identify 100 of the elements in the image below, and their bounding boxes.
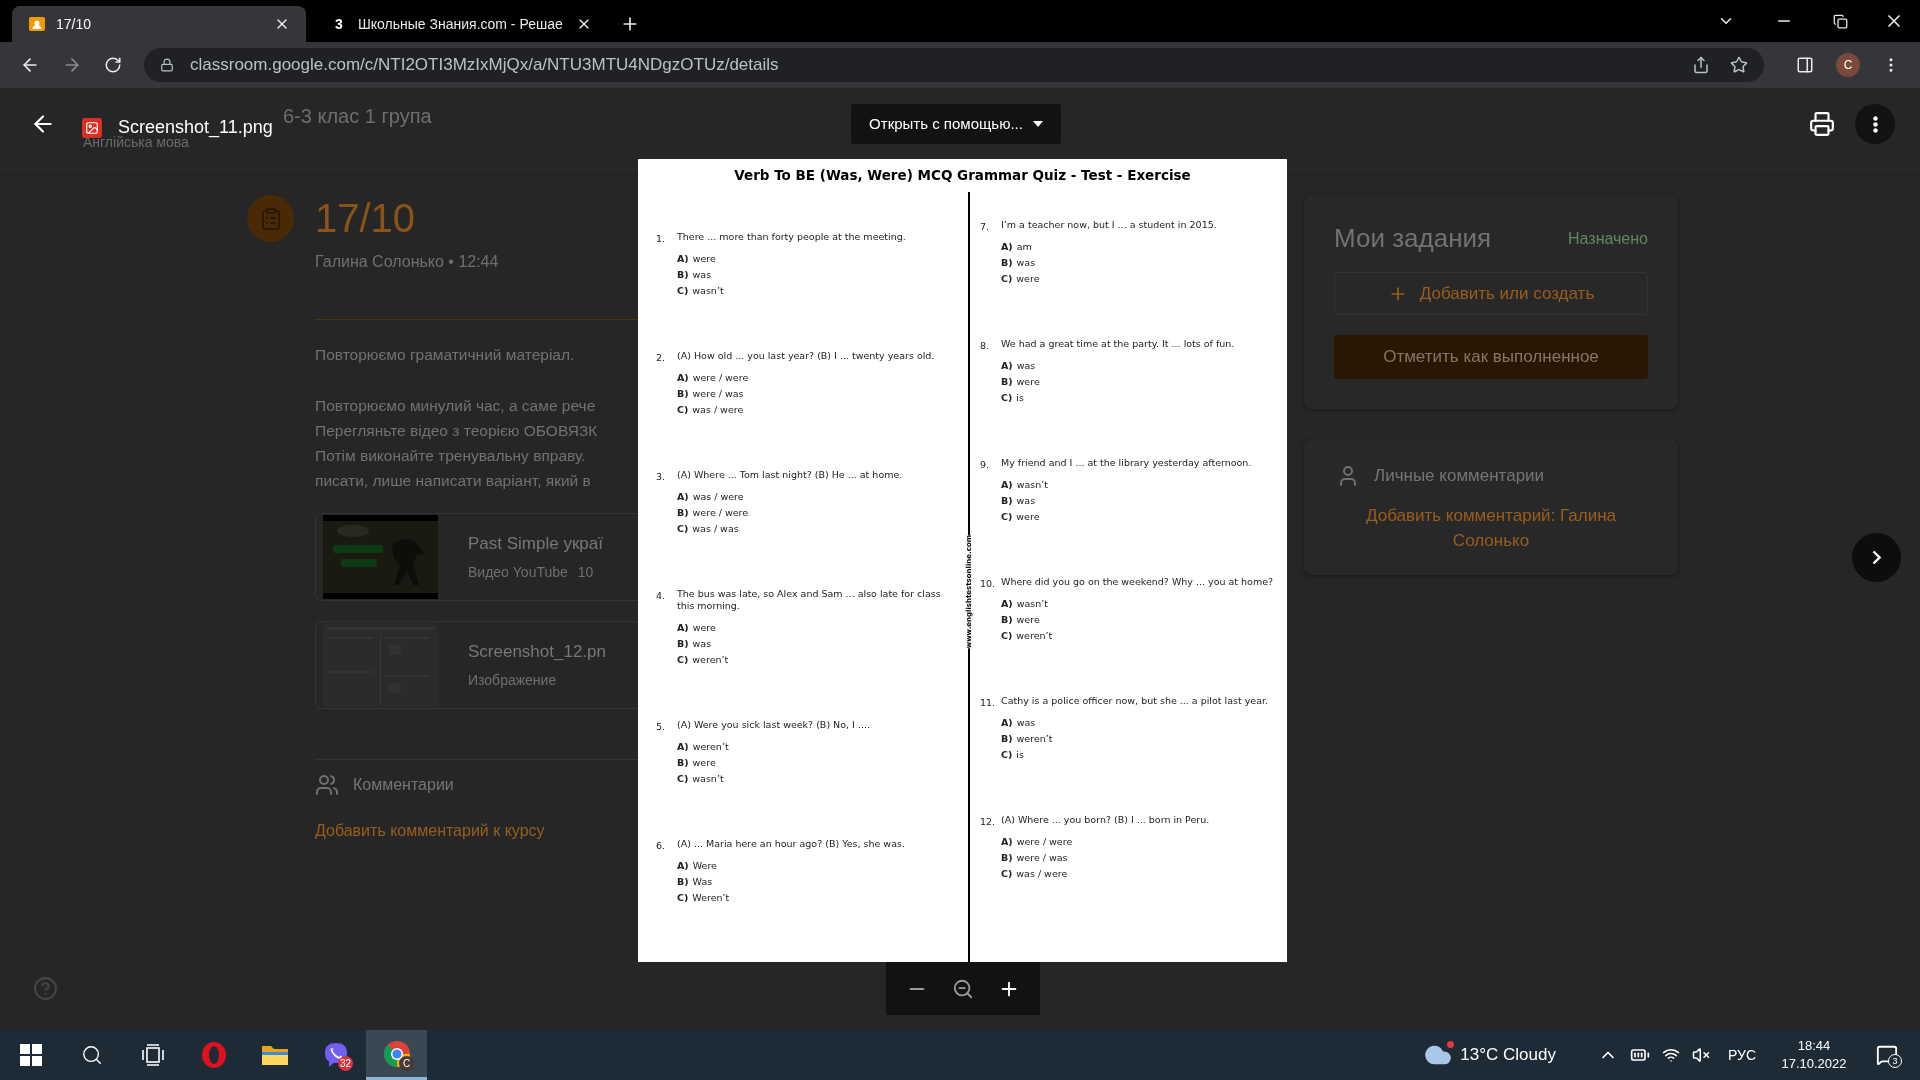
private-comments-title: Личные комментарии <box>1374 465 1545 487</box>
notifications-icon[interactable] <box>1876 1044 1898 1066</box>
restore-icon[interactable] <box>1833 13 1848 29</box>
option-text: was / were <box>1016 867 1068 881</box>
option-text: were <box>1016 510 1040 524</box>
option-text: wasn’t <box>1016 597 1048 611</box>
question-text: The bus was late, so Alex and Sam ... also late for class this morning. <box>677 588 942 612</box>
option-letter: C) <box>677 891 689 905</box>
side-panel-icon[interactable] <box>1796 56 1814 74</box>
chrome-icon <box>382 1039 411 1068</box>
option-letter: A) <box>677 740 689 754</box>
taskbar-app[interactable]: 32 <box>305 1030 366 1080</box>
option-letter: B) <box>677 637 689 651</box>
option-text: weren’t <box>692 653 729 667</box>
address-bar[interactable]: classroom.google.com/c/NTI2OTI3MzIxMjQx/a/NTU3MTU4NDgzOTUz/details <box>144 48 1764 82</box>
zoom-reset-icon[interactable] <box>952 977 974 1000</box>
option-text: weren’t <box>692 740 729 754</box>
star-icon[interactable] <box>1730 56 1748 74</box>
add-or-create-label: Добавить или создать <box>1419 282 1595 305</box>
tab-title: Школьные Знания.com - Решае <box>358 14 564 34</box>
option-text: were <box>692 621 716 635</box>
option-letter: C) <box>1001 867 1013 881</box>
open-with-dropdown[interactable]: Открыть с помощью... <box>851 104 1061 144</box>
question-number: 12. <box>980 815 997 829</box>
option-letter: B) <box>677 506 689 520</box>
option-letter: B) <box>1001 375 1013 389</box>
more-button[interactable] <box>1855 104 1895 144</box>
option-text: was <box>1016 494 1036 508</box>
people-icon <box>315 773 339 797</box>
option-letter: B) <box>677 756 689 770</box>
clock[interactable]: 18:44 17.10.2022 <box>1774 1037 1854 1073</box>
url-text: classroom.google.com/c/NTI2OTI3MzIxMjQx/a/NTU3MTU4NDgzOTUz/details <box>190 54 779 77</box>
app-badge: 32 <box>338 1056 354 1071</box>
option-letter: A) <box>677 859 689 873</box>
option-text: were <box>1016 375 1040 389</box>
option-letter: A) <box>677 621 689 635</box>
question-number: 10. <box>980 577 997 591</box>
option-text: was <box>1016 256 1036 270</box>
option-letter: A) <box>1001 478 1013 492</box>
option-letter: B) <box>1001 732 1013 746</box>
option-letter: A) <box>677 252 689 266</box>
work-status: Назначено <box>1568 228 1648 249</box>
muted-speaker-icon[interactable] <box>1691 1046 1710 1064</box>
option-text: were <box>692 252 716 266</box>
option-text: Was <box>692 875 713 889</box>
print-icon[interactable] <box>1809 111 1835 137</box>
question-number: 2. <box>656 351 667 365</box>
question-number: 8. <box>980 339 991 353</box>
mark-done-button[interactable]: Отметить как выполненное <box>1334 335 1648 379</box>
question-number: 6. <box>656 839 667 853</box>
option-letter: C) <box>677 284 689 298</box>
attachment-type: Изображение <box>468 671 557 689</box>
option-letter: A) <box>1001 716 1013 730</box>
question-number: 9. <box>980 458 991 472</box>
option-letter: A) <box>1001 597 1013 611</box>
reload-icon[interactable] <box>104 56 122 74</box>
browser-tab[interactable]: 17/10 <box>12 6 306 42</box>
option-letter: A) <box>677 490 689 504</box>
question-text: (A) Where ... Tom last night? (B) He ... at home. <box>677 469 903 481</box>
comments-title: Комментарии <box>353 775 454 795</box>
question-text: There ... more than forty people at the meeting. <box>677 231 906 243</box>
option-letter: B) <box>1001 851 1013 865</box>
question-text: (A) ... Maria here an hour ago? (B) Yes, she was. <box>677 838 905 850</box>
profile-avatar[interactable]: C <box>1836 53 1860 77</box>
question-text: I’m a teacher now, but I ... a student in 2015. <box>1001 219 1217 231</box>
option-text: were <box>1016 272 1040 286</box>
option-letter: B) <box>677 875 689 889</box>
question-text: My friend and I ... at the library yesterday afternoon. <box>1001 457 1252 469</box>
question-text: Cathy is a police officer now, but she ... a pilot last year. <box>1001 695 1269 707</box>
question-text: We had a great time at the party. It ... lots of fun. <box>1001 338 1235 350</box>
option-letter: C) <box>1001 272 1013 286</box>
weather-widget[interactable]: 13°C Cloudy <box>1416 1030 1564 1080</box>
post-title: 17/10 <box>315 195 417 241</box>
option-letter: C) <box>677 772 689 786</box>
option-text: weren’t <box>1016 732 1053 746</box>
option-letter: A) <box>1001 359 1013 373</box>
option-letter: C) <box>1001 748 1013 762</box>
question-number: 7. <box>980 220 991 234</box>
option-letter: C) <box>677 522 689 536</box>
option-text: weren’t <box>1016 629 1053 643</box>
share-icon[interactable] <box>1692 56 1710 74</box>
taskbar-app[interactable]: C <box>366 1030 427 1080</box>
option-letter: C) <box>677 403 689 417</box>
question-number: 3. <box>656 470 667 484</box>
option-text: wasn’t <box>1016 478 1048 492</box>
tab-title: 17/10 <box>56 14 93 34</box>
option-text: were / was <box>692 387 744 401</box>
option-text: wasn’t <box>692 772 724 786</box>
chevron-right-icon <box>1872 550 1881 565</box>
windows-icon <box>19 1044 42 1066</box>
search-icon <box>80 1044 103 1066</box>
post-paragraph: Повторюємо граматичний матеріал. <box>315 345 576 365</box>
my-work-title: Мои задания <box>1334 222 1492 255</box>
option-letter: B) <box>1001 494 1013 508</box>
attachment-type: Видео YouTube <box>468 563 568 581</box>
notification-count: 3 <box>1888 1054 1902 1068</box>
option-text: was / was <box>692 522 739 536</box>
wifi-icon[interactable] <box>1661 1046 1680 1064</box>
attachment-title: Past Simple украї <box>468 533 603 555</box>
language-indicator[interactable]: РУС <box>1727 1044 1756 1066</box>
